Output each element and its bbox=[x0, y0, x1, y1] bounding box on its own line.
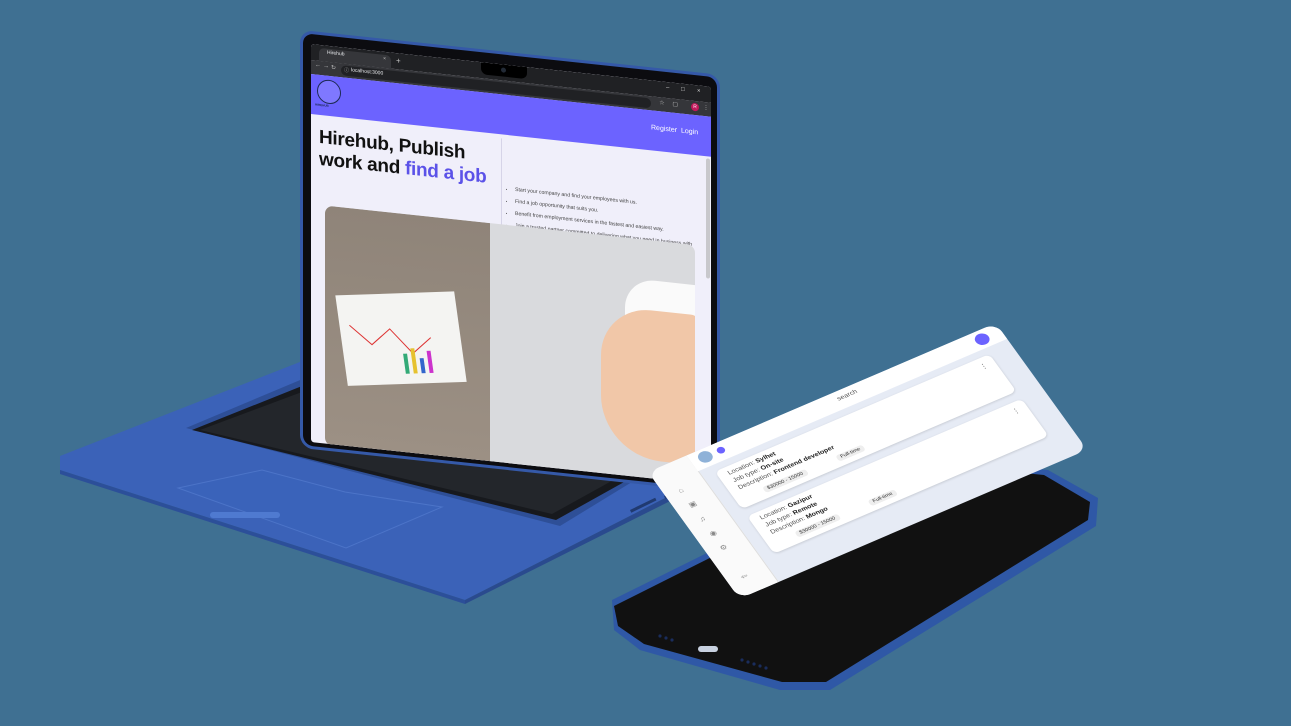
search-label: search bbox=[835, 388, 859, 403]
search-icon[interactable] bbox=[972, 331, 993, 347]
bell-icon[interactable]: ♫ bbox=[697, 515, 707, 524]
settings-icon[interactable]: ⚙ bbox=[718, 543, 729, 552]
home-icon[interactable]: ⌂ bbox=[676, 486, 685, 494]
logout-icon[interactable]: ⇦ bbox=[739, 572, 750, 581]
job-type-tag: Full-time bbox=[835, 444, 867, 462]
phone-logo[interactable] bbox=[695, 449, 716, 465]
briefcase-icon[interactable]: ▣ bbox=[687, 500, 699, 509]
device-mockup-scene: Hirehub × + – □ × ← → ↻ ⓘ localhost:3000… bbox=[0, 0, 1291, 726]
card-menu-icon[interactable]: ⋮ bbox=[1010, 406, 1022, 416]
job-type-tag: Full-time bbox=[867, 489, 899, 507]
card-menu-icon[interactable]: ⋮ bbox=[978, 362, 990, 372]
user-icon[interactable]: ◉ bbox=[708, 529, 719, 538]
notification-dot bbox=[715, 445, 727, 455]
phone-body bbox=[612, 455, 1098, 690]
